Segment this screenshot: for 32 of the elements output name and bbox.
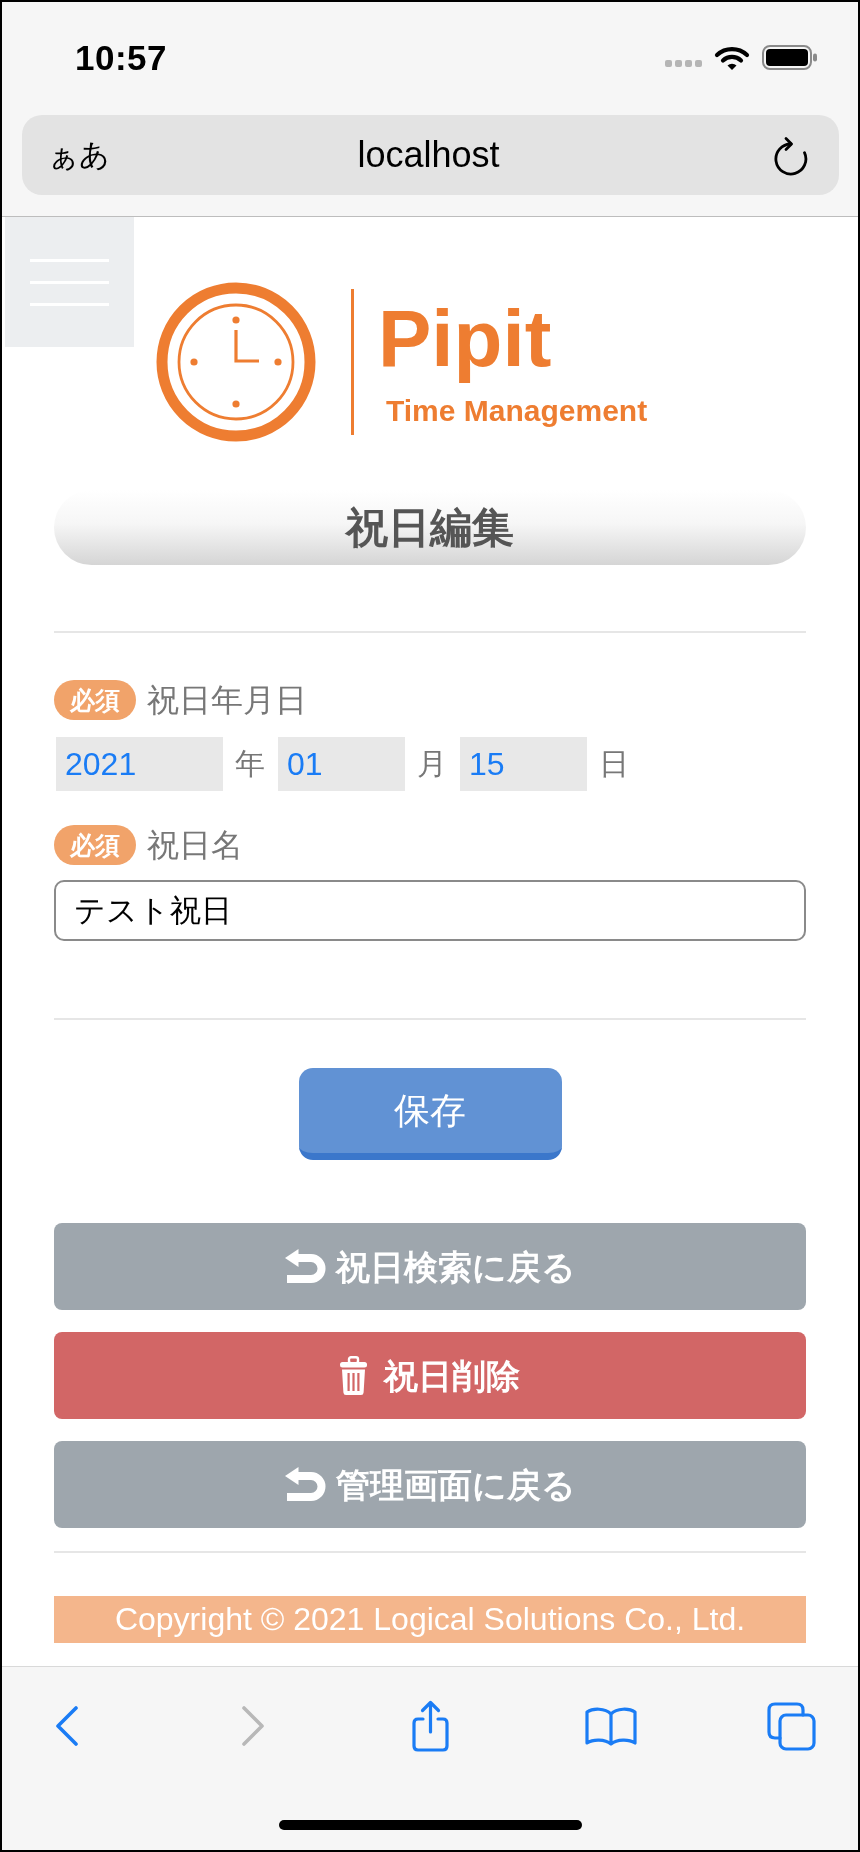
save-button[interactable]: 保存 — [298, 1068, 562, 1160]
battery-icon — [762, 44, 817, 70]
open-book-icon[interactable] — [585, 1706, 637, 1746]
two-squares-icon[interactable] — [767, 1701, 816, 1751]
trash-icon — [340, 1356, 367, 1395]
back-button[interactable]: 管理画面に戻る — [54, 1441, 806, 1528]
unit-label: 年 — [235, 749, 265, 779]
undo-arrow-icon — [284, 1249, 326, 1284]
required-badge: 必須 — [54, 680, 136, 720]
field-label: 祝日年月日 — [147, 684, 307, 716]
wifi-icon — [714, 44, 750, 70]
unit-label: 日 — [599, 749, 629, 779]
unit-label: 月 — [417, 749, 447, 779]
signal-dots-icon — [665, 59, 702, 67]
reload-icon[interactable] — [773, 134, 809, 176]
logo-tagline: Time Management — [386, 395, 648, 426]
text-size-button[interactable]: ぁあ — [48, 140, 110, 170]
text-input-field[interactable]: テスト祝日 — [54, 880, 806, 941]
back-button[interactable]: 祝日検索に戻る — [54, 1223, 806, 1310]
share-icon[interactable] — [410, 1700, 451, 1752]
copyright-footer: Copyright © 2021 Logical Solutions Co., Ltd. — [54, 1596, 806, 1643]
undo-arrow-icon — [284, 1467, 326, 1502]
field-label: 祝日名 — [147, 829, 243, 861]
back-chevron-icon[interactable] — [55, 1706, 78, 1746]
day-field[interactable]: 15 — [460, 737, 587, 791]
url-text[interactable]: localhost — [357, 137, 500, 173]
month-field[interactable]: 01 — [278, 737, 405, 791]
year-field[interactable]: 2021 — [56, 737, 223, 791]
status-time: 10:57 — [75, 39, 168, 75]
delete-button[interactable]: 祝日削除 — [54, 1332, 806, 1419]
required-badge: 必須 — [54, 825, 136, 865]
clock-logo-icon — [156, 282, 316, 442]
